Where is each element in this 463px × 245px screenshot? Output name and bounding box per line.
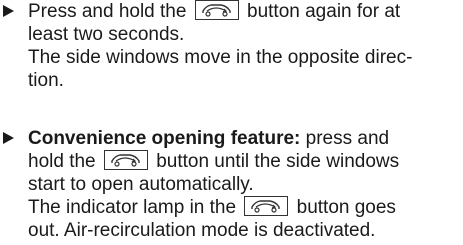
step-2-line-4: The indicator lamp in the button goes bbox=[28, 196, 396, 219]
triangle-bullet-icon bbox=[3, 5, 14, 17]
step-2-line-2: hold the button until the side windows bbox=[28, 150, 399, 173]
step-2-text-b: press and bbox=[300, 128, 390, 149]
step-1-line-4: tion. bbox=[28, 70, 64, 91]
air-recirculation-button-icon bbox=[244, 196, 289, 217]
step-2-text-hold: hold the bbox=[28, 151, 96, 172]
step-1-text-a: Press and hold the bbox=[28, 1, 187, 22]
step-1-line-1: Press and hold the button again for at bbox=[28, 0, 400, 23]
step-1-line-3: The side windows move in the opposite di… bbox=[28, 47, 413, 68]
air-recirculation-button-icon bbox=[103, 150, 148, 171]
step-2-text-until: button until the side windows bbox=[156, 151, 400, 172]
step-2-line-1: Convenience opening feature: press and bbox=[28, 127, 389, 150]
air-recirculation-button-icon bbox=[194, 0, 239, 21]
step-2-text-goes: button goes bbox=[296, 197, 396, 218]
triangle-bullet-icon bbox=[3, 132, 14, 144]
step-1-text-b: button again for at bbox=[247, 1, 401, 22]
step-2-line-3: start to open automatically. bbox=[28, 174, 254, 195]
step-2-bold-lead: Convenience opening feature: bbox=[28, 128, 301, 149]
step-2-text-indicator: The indicator lamp in the bbox=[28, 197, 237, 218]
step-2-line-5: out. Air-recirculation mode is deactivat… bbox=[28, 220, 376, 241]
step-1-line-2: least two seconds. bbox=[28, 24, 185, 45]
